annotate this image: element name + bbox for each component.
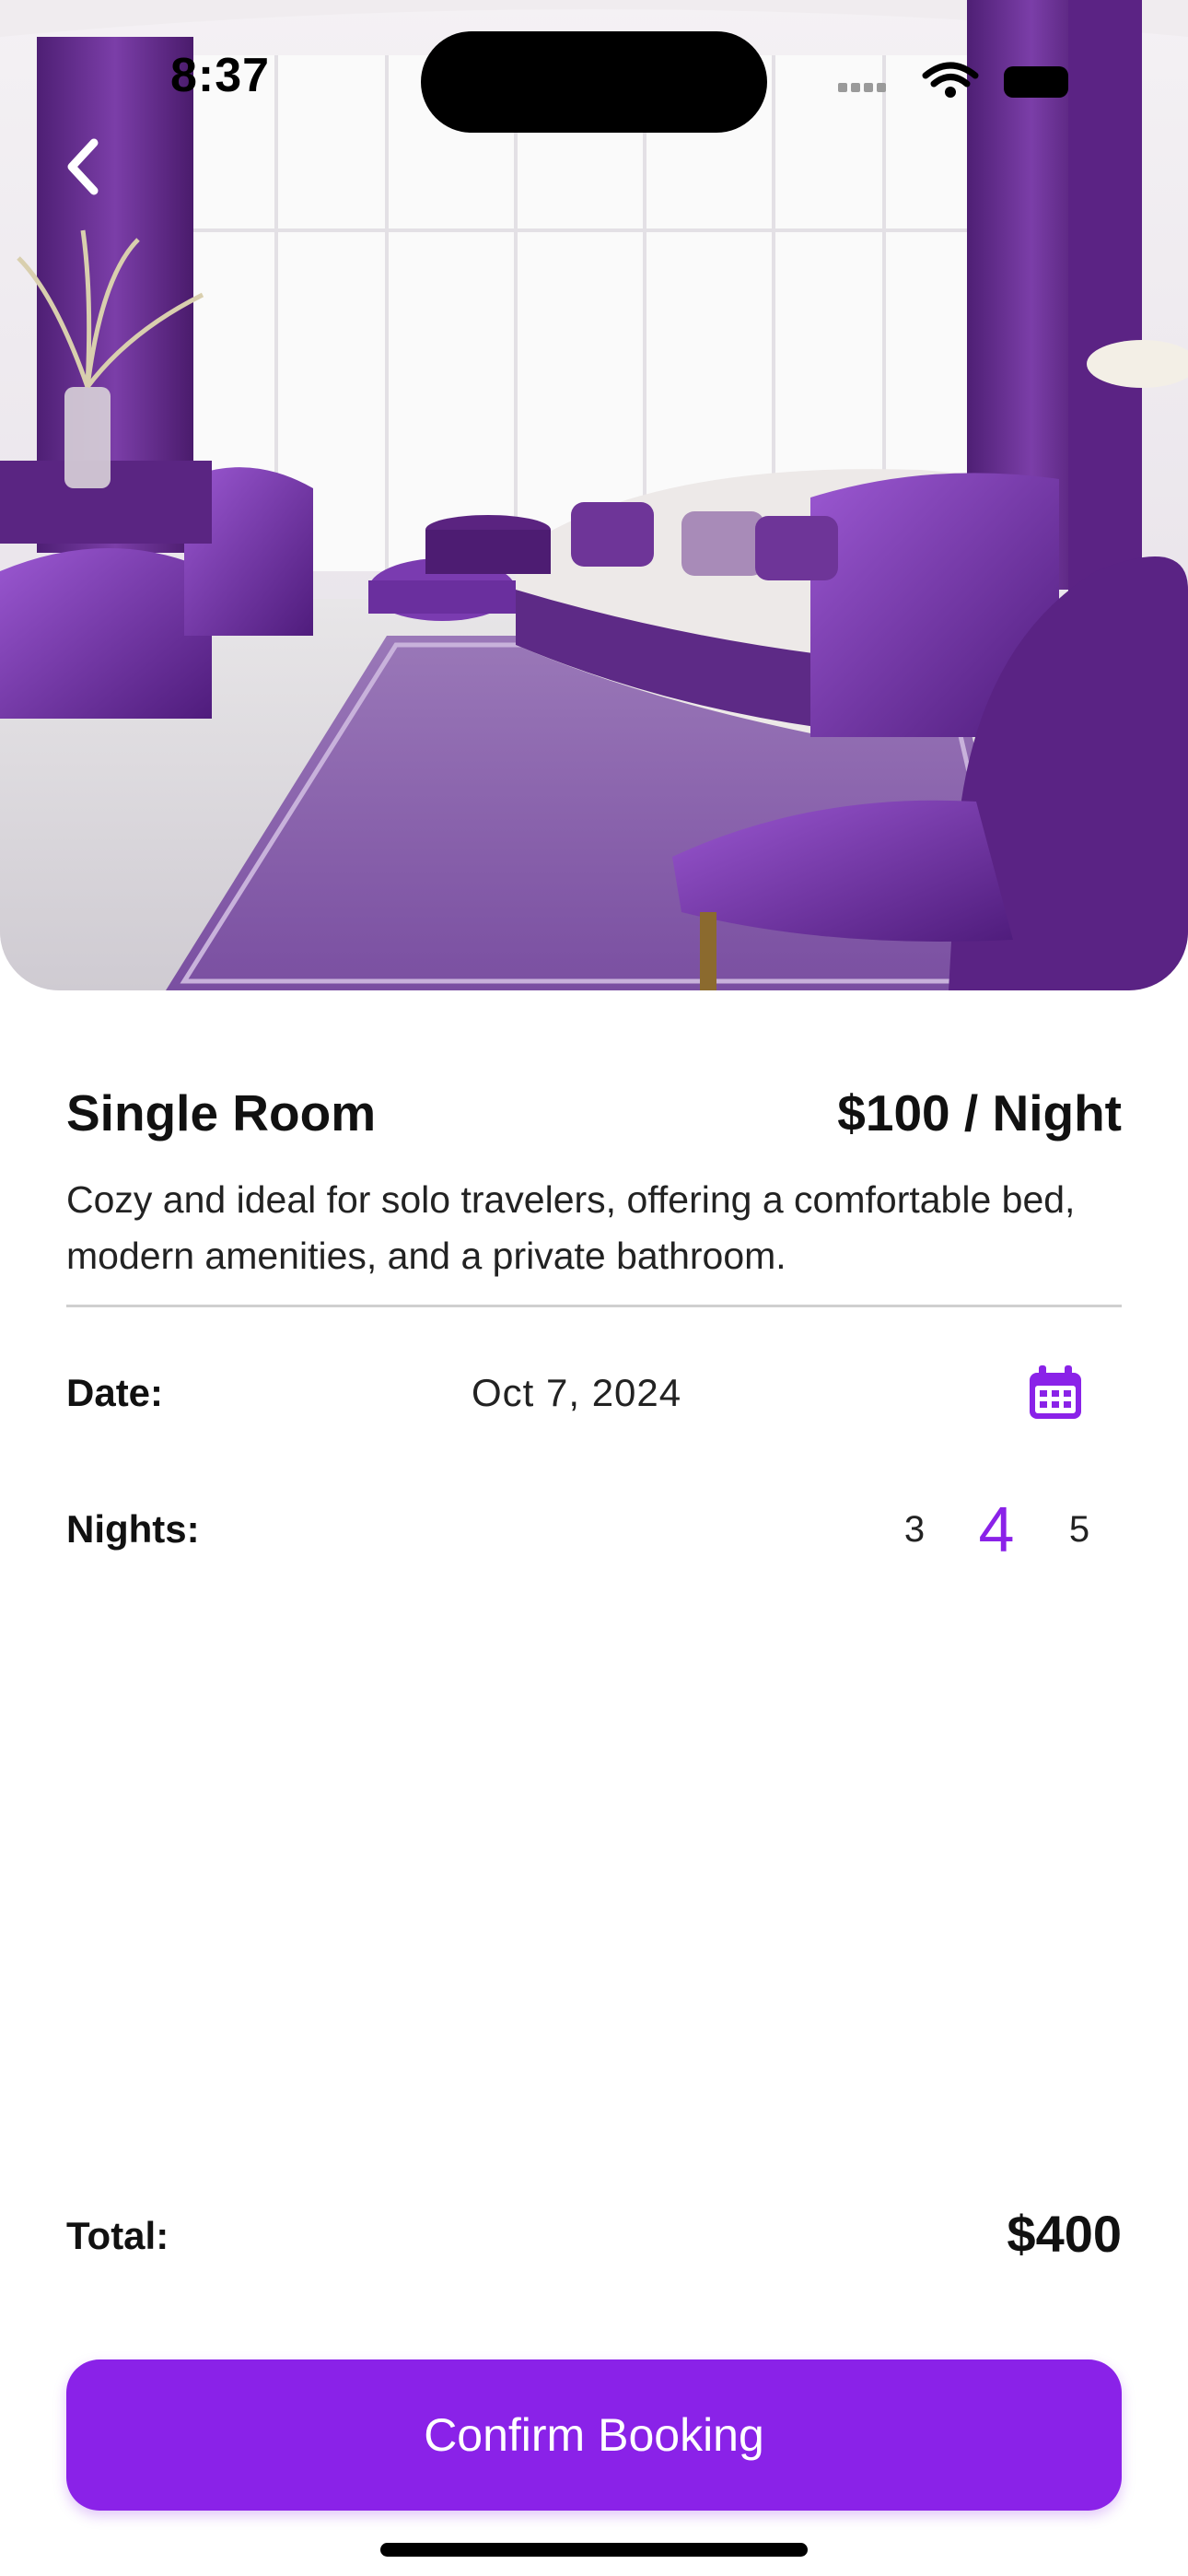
room-photo [0,0,1188,990]
calendar-button[interactable] [1026,1364,1085,1423]
nights-option-3[interactable]: 3 [887,1509,942,1551]
room-title: Single Room [66,1084,377,1142]
nights-option-selected[interactable]: 4 [969,1493,1024,1566]
date-label: Date: [66,1371,164,1414]
room-description: Cozy and ideal for solo travelers, offer… [66,1178,1076,1277]
home-indicator [380,2543,808,2557]
total-value: $400 [1007,2205,1122,2263]
room-price: $100 / Night [837,1084,1122,1142]
date-value[interactable]: Oct 7, 2024 [472,1371,681,1415]
signal-icon [838,83,886,92]
total-label: Total: [66,2214,169,2257]
nights-label: Nights: [66,1507,200,1551]
battery-icon [1004,66,1068,98]
chevron-left-icon [67,138,99,195]
confirm-booking-button[interactable]: Confirm Booking [66,2359,1122,2511]
calendar-icon [1030,1365,1081,1419]
divider [66,1305,1122,1307]
wifi-icon [922,62,979,88]
status-time: 8:37 [170,49,271,102]
nights-option-5[interactable]: 5 [1052,1509,1107,1551]
back-button[interactable] [50,129,116,205]
dynamic-island [421,31,767,133]
status-icons [838,55,1077,106]
